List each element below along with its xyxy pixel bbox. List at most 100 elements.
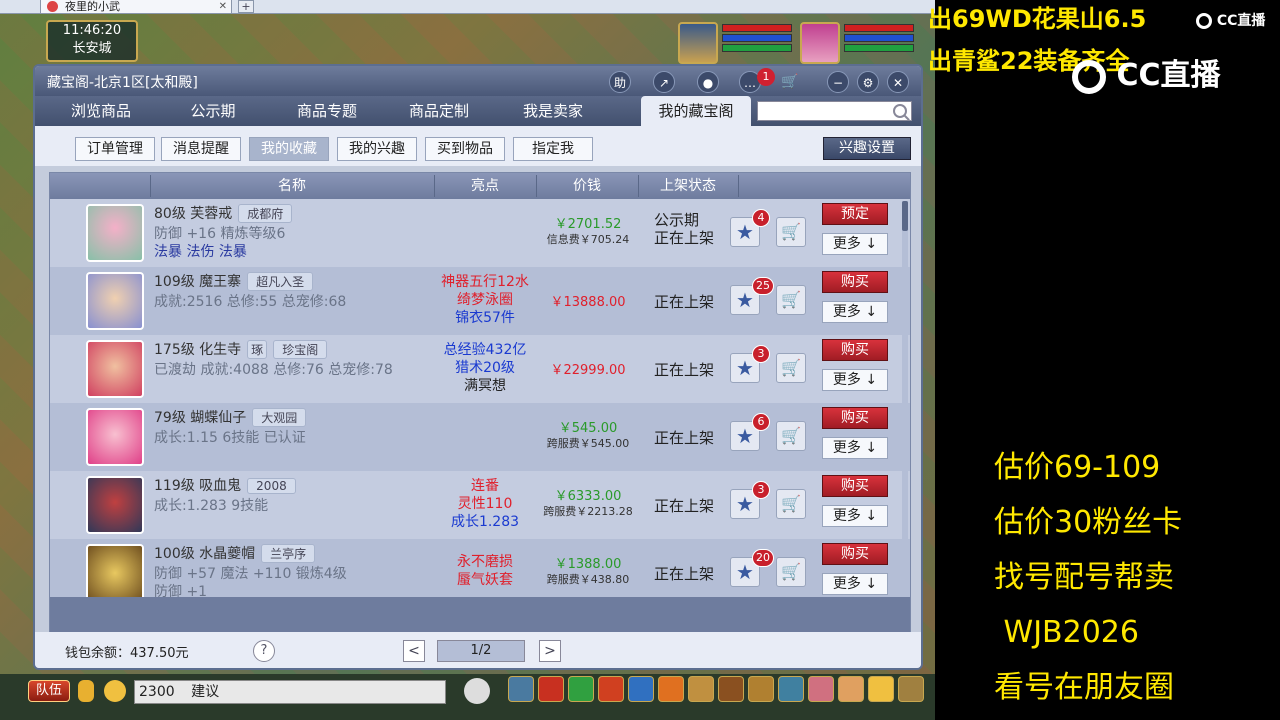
buy-button[interactable]: 购买	[822, 339, 888, 361]
table-row[interactable]: 175级 化生寺琢珍宝阁 已渡劫 成就:4088 总修:76 总宠修:78 总经…	[50, 335, 910, 403]
tab-topics[interactable]: 商品专题	[271, 96, 383, 126]
more-button[interactable]: 更多 ↓	[822, 505, 888, 527]
more-button[interactable]: 更多 ↓	[822, 301, 888, 323]
minimize-icon[interactable]: −	[827, 71, 849, 93]
search-input[interactable]	[757, 101, 912, 121]
estimate-line-1: 估价69-109	[994, 450, 1161, 485]
window-titlebar[interactable]: 藏宝阁-北京1区[太和殿] 助 ↗ ● … 1 🛒 − ⚙ ✕	[35, 66, 921, 96]
fruit-skill-icon[interactable]	[808, 676, 834, 702]
bell-skill-icon[interactable]	[748, 676, 774, 702]
item-price: ￥545.00	[558, 421, 618, 436]
subtab-assigned[interactable]: 指定我	[513, 137, 593, 161]
share-icon[interactable]: ↗	[653, 71, 675, 93]
pet-avatar[interactable]	[86, 408, 144, 466]
record-icon[interactable]: ●	[697, 71, 719, 93]
table-row[interactable]: 100级 水晶夔帽 兰亭序 防御 +57 魔法 +110 锻炼4级 防御 +1 永…	[50, 539, 910, 597]
item-status: 正在上架	[654, 361, 715, 379]
potion-skill-icon[interactable]	[568, 676, 594, 702]
tab-my-pavilion[interactable]: 我的藏宝阁	[641, 96, 751, 126]
character-avatar[interactable]	[86, 272, 144, 330]
buy-button[interactable]: 购买	[822, 475, 888, 497]
team-skill-icon[interactable]	[628, 676, 654, 702]
table-row[interactable]: 80级 芙蓉戒 成都府 防御 +16 精炼等级6 法暴 法伤 法暴 ￥2701.5…	[50, 199, 910, 267]
team-button[interactable]: 队伍	[28, 680, 70, 702]
subtab-purchased[interactable]: 买到物品	[425, 137, 505, 161]
more-button[interactable]: 更多 ↓	[822, 233, 888, 255]
pet-portrait[interactable]	[678, 22, 718, 64]
quest-skill-icon[interactable]	[718, 676, 744, 702]
item-fee: 信息费￥705.24	[546, 233, 630, 246]
settings-icon[interactable]: ⚙	[857, 71, 879, 93]
tab-close-icon[interactable]: ✕	[219, 0, 227, 13]
new-tab-button[interactable]: +	[238, 0, 254, 13]
bag-skill-icon[interactable]	[598, 676, 624, 702]
map-skill-icon[interactable]	[778, 676, 804, 702]
tab-custom[interactable]: 商品定制	[383, 96, 495, 126]
scroll-skill-icon[interactable]	[688, 676, 714, 702]
item-price: ￥13888.00	[550, 295, 626, 310]
table-row[interactable]: 119级 吸血鬼 2008 成长:1.283 9技能 连番 灵性110 成长1.2…	[50, 471, 910, 539]
skill-toolbar	[508, 674, 932, 708]
buy-button[interactable]: 购买	[822, 543, 888, 565]
hat-item-thumbnail[interactable]	[86, 544, 144, 597]
sword-skill-icon[interactable]	[508, 676, 534, 702]
cart-icon[interactable]: 🛒	[776, 489, 806, 519]
estimate-line-3: 找号配号帮卖	[994, 560, 1174, 595]
subtab-messages[interactable]: 消息提醒	[161, 137, 241, 161]
next-page-button[interactable]: >	[539, 640, 561, 662]
cart-icon[interactable]: 🛒	[779, 71, 801, 93]
emoji-icon[interactable]	[104, 680, 126, 702]
shell-skill-icon[interactable]	[838, 676, 864, 702]
tab-browse[interactable]: 浏览商品	[45, 96, 157, 126]
item-price: ￥22999.00	[550, 363, 626, 378]
subtab-interests[interactable]: 我的兴趣	[337, 137, 417, 161]
reserve-button[interactable]: 预定	[822, 203, 888, 225]
gift-skill-icon[interactable]	[658, 676, 684, 702]
microphone-icon[interactable]	[78, 680, 94, 702]
cart-icon[interactable]: 🛒	[776, 421, 806, 451]
item-stats: 成长:1.15 6技能 已认证	[154, 430, 306, 446]
prev-page-button[interactable]: <	[403, 640, 425, 662]
game-scene: 夜里的小武 ✕ + 11:46:20 长安城 藏宝阁-北京1区[太和殿] 助 ↗…	[0, 0, 935, 720]
more-button[interactable]: 更多 ↓	[822, 369, 888, 391]
character-avatar[interactable]	[86, 340, 144, 398]
tab-seller[interactable]: 我是卖家	[497, 96, 609, 126]
chest-skill-icon[interactable]	[538, 676, 564, 702]
cart-icon[interactable]: 🛒	[776, 353, 806, 383]
estimate-line-4: WJB2026	[994, 615, 1139, 650]
friend-icon[interactable]	[464, 678, 490, 704]
chat-input[interactable]: 2300 建议	[134, 680, 446, 704]
browser-tab[interactable]: 夜里的小武 ✕	[40, 0, 232, 14]
interest-settings-button[interactable]: 兴趣设置	[823, 137, 911, 160]
subtab-orders[interactable]: 订单管理	[75, 137, 155, 161]
more-button[interactable]: 更多 ↓	[822, 573, 888, 595]
face-skill-icon[interactable]	[868, 676, 894, 702]
buy-button[interactable]: 购买	[822, 271, 888, 293]
game-clock: 11:46:20 长安城	[46, 20, 138, 62]
item-stats: 防御 +57 魔法 +110 锻炼4级	[154, 566, 347, 582]
server-tag: 兰亭序	[261, 544, 316, 563]
table-row[interactable]: 79级 蝴蝶仙子 大观园 成长:1.15 6技能 已认证 ￥545.00 跨服费￥…	[50, 403, 910, 471]
scroll-thumb[interactable]	[902, 201, 908, 231]
subtab-favorites[interactable]: 我的收藏	[249, 137, 329, 161]
item-highlights: 永不磨损 蜃气妖套	[457, 554, 513, 588]
server-tag: 2008	[247, 478, 296, 494]
cart-icon[interactable]: 🛒	[776, 217, 806, 247]
tab-public[interactable]: 公示期	[157, 96, 269, 126]
table-row[interactable]: 109级 魔王寨 超凡入圣 成就:2516 总修:55 总宠修:68 神器五行12…	[50, 267, 910, 335]
buy-button[interactable]: 购买	[822, 407, 888, 429]
player-portrait[interactable]	[800, 22, 840, 64]
ring-item-thumbnail[interactable]	[86, 204, 144, 262]
more-button[interactable]: 更多 ↓	[822, 437, 888, 459]
pet-avatar[interactable]	[86, 476, 144, 534]
favorite-count-badge: 20	[752, 549, 774, 567]
search-icon[interactable]	[893, 104, 907, 118]
help-button[interactable]: ?	[253, 640, 275, 662]
close-icon[interactable]: ✕	[887, 71, 909, 93]
table-scrollbar[interactable]	[902, 201, 908, 593]
system-skill-icon[interactable]	[898, 676, 924, 702]
help-icon[interactable]: 助	[609, 71, 631, 93]
cart-icon[interactable]: 🛒	[776, 285, 806, 315]
item-highlights: 总经验432亿 猎术20级 满冥想	[443, 342, 527, 394]
cart-icon[interactable]: 🛒	[776, 557, 806, 587]
